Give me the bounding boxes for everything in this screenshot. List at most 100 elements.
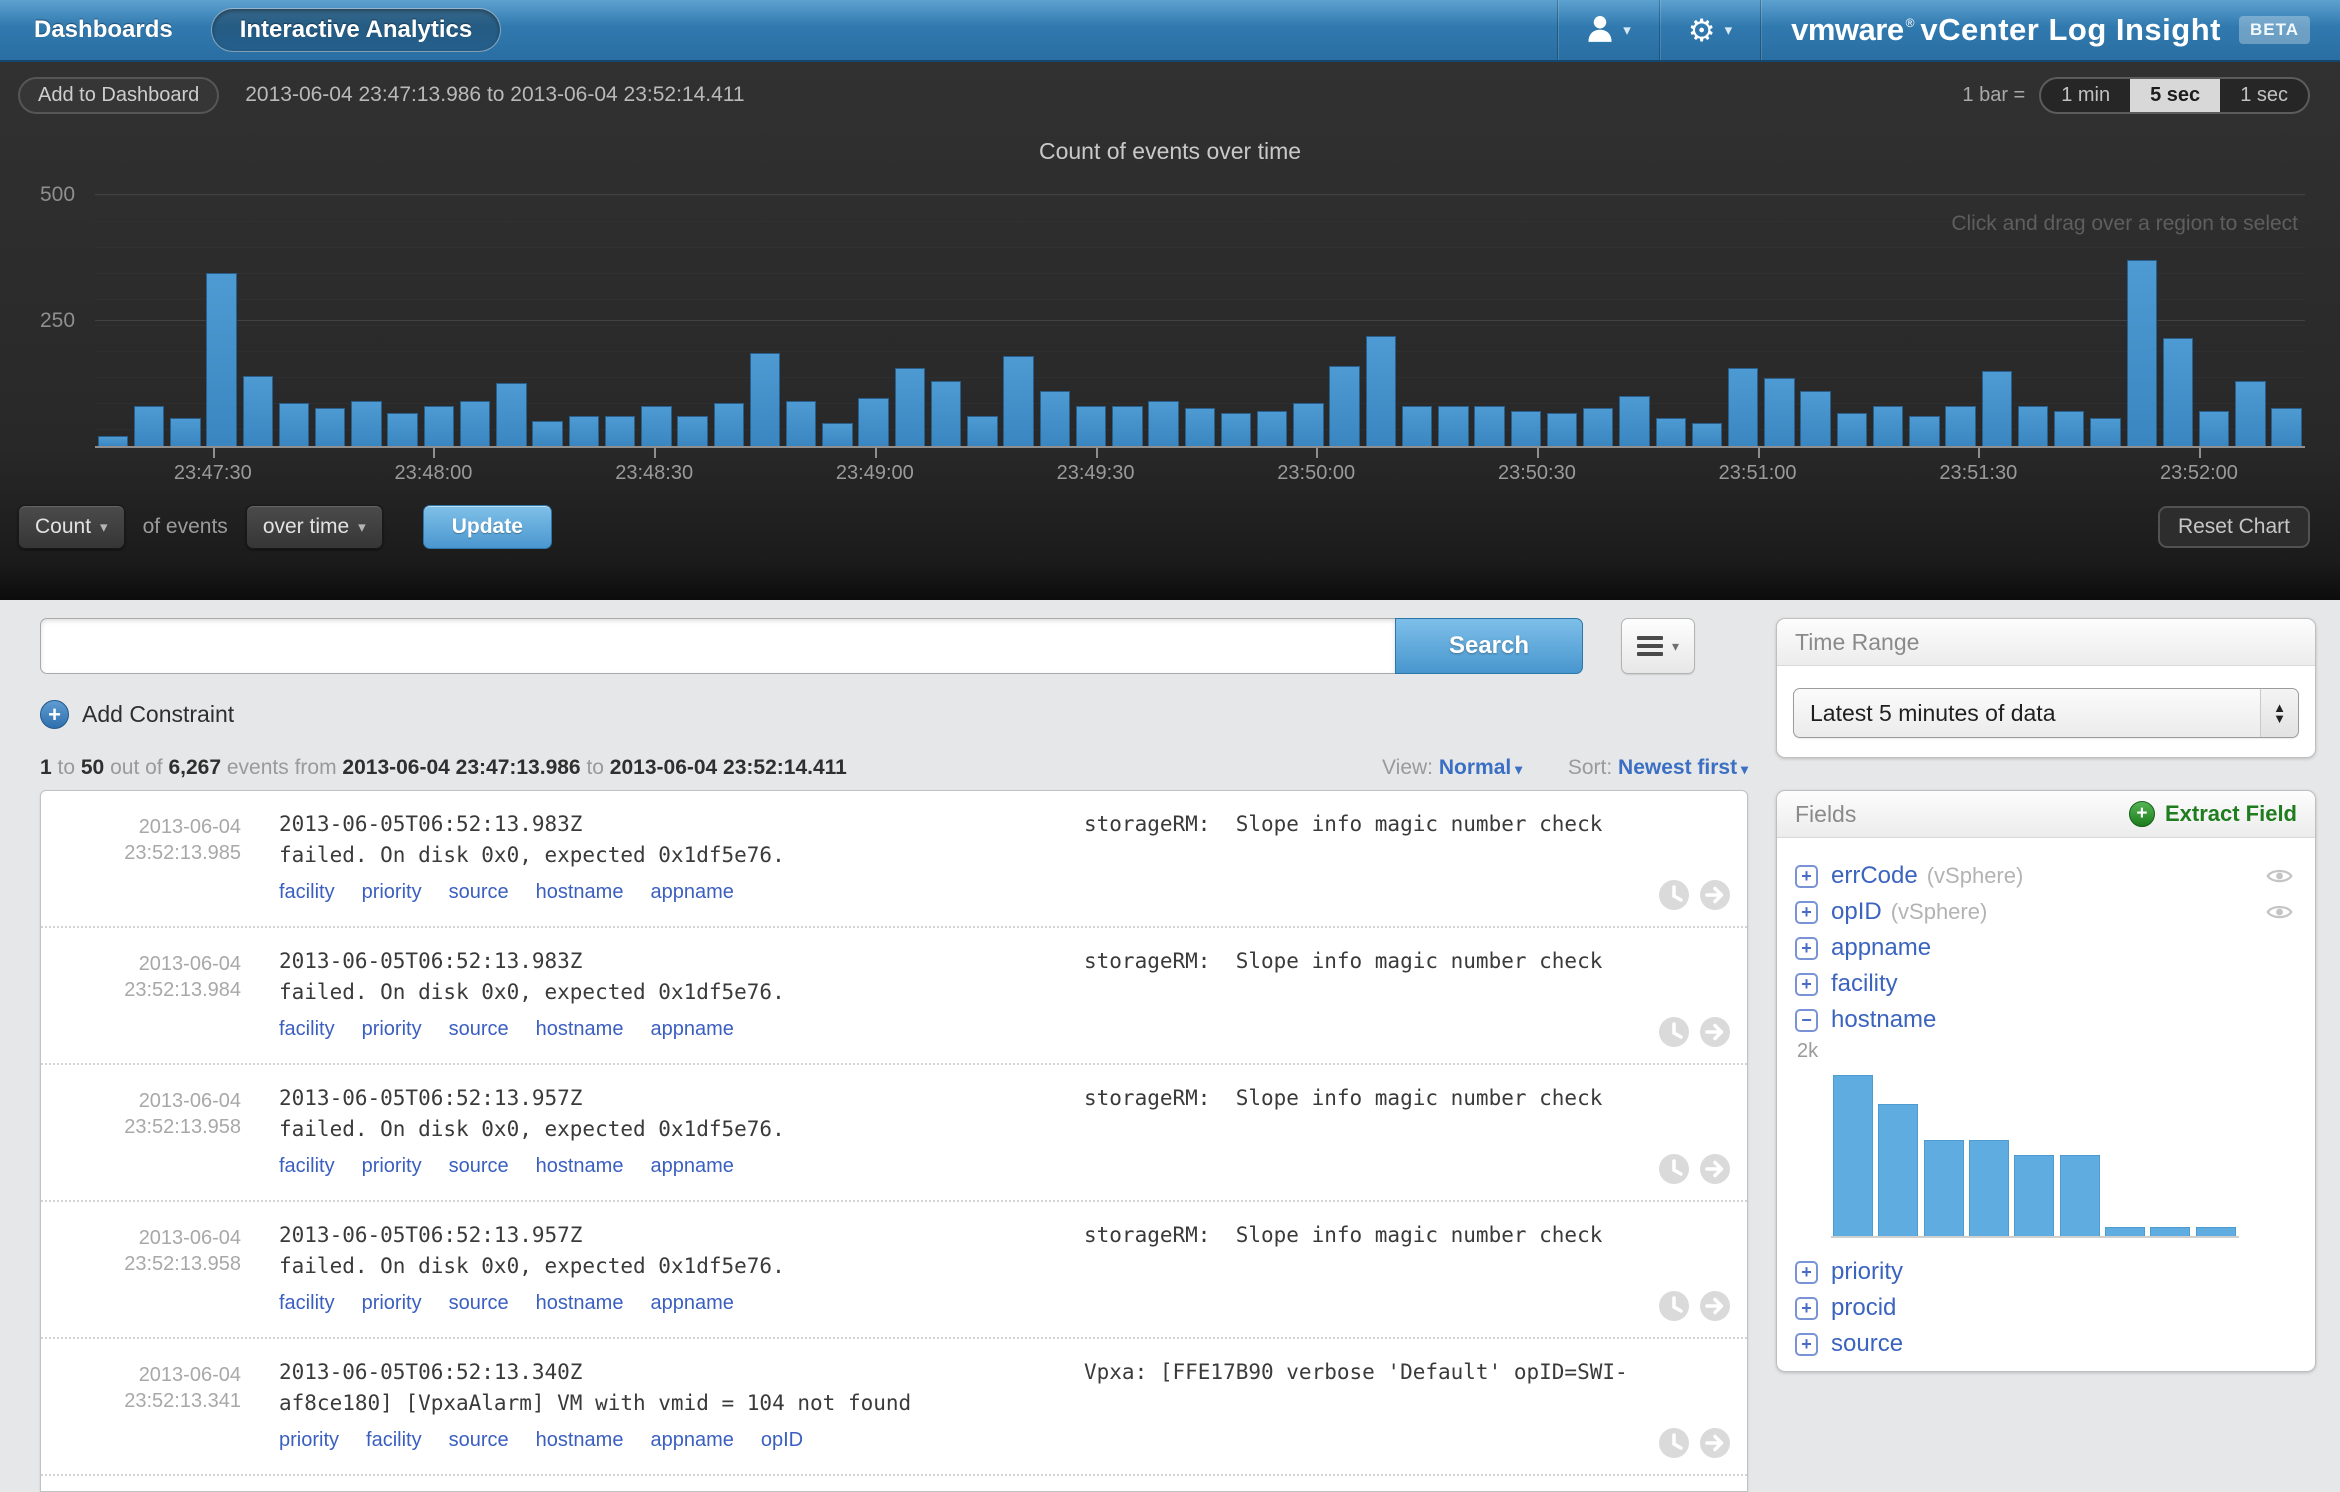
collapse-icon[interactable]: −: [1795, 1009, 1818, 1032]
event-link-priority[interactable]: priority: [279, 1429, 339, 1451]
update-button[interactable]: Update: [423, 505, 552, 549]
event-link-appname[interactable]: appname: [650, 881, 733, 903]
event-row: 2013-06-0423:52:13.9852013-06-05T06:52:1…: [41, 791, 1747, 928]
chart-bar: [895, 368, 925, 446]
bar-scale-option-1-sec[interactable]: 1 sec: [2220, 79, 2308, 112]
eye-icon[interactable]: [2266, 867, 2293, 885]
histogram-bars[interactable]: [1831, 1066, 2239, 1238]
event-link-opID[interactable]: opID: [761, 1429, 803, 1451]
y-axis-label: 500: [40, 183, 88, 207]
expand-icon[interactable]: +: [1795, 973, 1818, 996]
expand-icon[interactable]: +: [1795, 1297, 1818, 1320]
menu-icon: [1637, 632, 1663, 660]
sort-dropdown[interactable]: Newest first ▾: [1618, 756, 1748, 779]
reset-chart-button[interactable]: Reset Chart: [2158, 506, 2310, 548]
field-name-link[interactable]: errCode: [1831, 862, 1918, 890]
event-link-appname[interactable]: appname: [650, 1018, 733, 1040]
event-link-facility[interactable]: facility: [279, 1292, 335, 1314]
field-name-link[interactable]: hostname: [1831, 1006, 1936, 1034]
expand-icon[interactable]: +: [1795, 901, 1818, 924]
expand-icon[interactable]: +: [1795, 937, 1818, 960]
settings-menu-button[interactable]: ⚙ ▾: [1660, 0, 1760, 60]
x-axis-label: 23:49:00: [836, 462, 914, 485]
event-link-facility[interactable]: facility: [279, 1155, 335, 1177]
chart-area: Add to Dashboard 2013-06-04 23:47:13.986…: [0, 62, 2340, 600]
event-link-appname[interactable]: appname: [650, 1429, 733, 1451]
event-link-hostname[interactable]: hostname: [536, 1292, 624, 1314]
chart-bar: [1945, 406, 1975, 446]
add-to-dashboard-button[interactable]: Add to Dashboard: [18, 77, 219, 114]
histogram-bar: [2105, 1227, 2145, 1236]
chart-bar: [1728, 368, 1758, 446]
chevron-down-icon: ▾: [1672, 638, 1679, 655]
event-link-facility[interactable]: facility: [366, 1429, 422, 1451]
view-in-context-icon[interactable]: [1699, 879, 1731, 916]
set-time-range-icon[interactable]: [1658, 1290, 1690, 1327]
view-in-context-icon[interactable]: [1699, 1153, 1731, 1190]
field-name-link[interactable]: procid: [1831, 1294, 1896, 1322]
bar-scale-option-5-sec[interactable]: 5 sec: [2130, 79, 2220, 112]
event-link-priority[interactable]: priority: [362, 1155, 422, 1177]
chart-bar: [931, 381, 961, 446]
view-in-context-icon[interactable]: [1699, 1290, 1731, 1327]
extract-field-button[interactable]: + Extract Field: [2129, 801, 2297, 827]
view-in-context-icon[interactable]: [1699, 1016, 1731, 1053]
time-range-panel: Time Range Latest 5 minutes of data ▲▼: [1776, 618, 2316, 758]
event-link-hostname[interactable]: hostname: [536, 881, 624, 903]
event-link-facility[interactable]: facility: [279, 1018, 335, 1040]
set-time-range-icon[interactable]: [1658, 1016, 1690, 1053]
expand-icon[interactable]: +: [1795, 1333, 1818, 1356]
event-link-source[interactable]: source: [449, 1018, 509, 1040]
event-link-source[interactable]: source: [449, 1292, 509, 1314]
event-link-source[interactable]: source: [449, 1429, 509, 1451]
set-time-range-icon[interactable]: [1658, 1427, 1690, 1464]
event-link-appname[interactable]: appname: [650, 1155, 733, 1177]
event-link-hostname[interactable]: hostname: [536, 1429, 624, 1451]
time-range-select[interactable]: Latest 5 minutes of data ▲▼: [1793, 688, 2299, 738]
bar-scale-option-1-min[interactable]: 1 min: [2041, 79, 2130, 112]
event-link-priority[interactable]: priority: [362, 1018, 422, 1040]
field-name-link[interactable]: priority: [1831, 1258, 1903, 1286]
field-name-link[interactable]: opID: [1831, 898, 1882, 926]
event-link-source[interactable]: source: [449, 881, 509, 903]
event-link-appname[interactable]: appname: [650, 1292, 733, 1314]
events-over-time-chart[interactable]: [95, 170, 2305, 448]
field-name-link[interactable]: appname: [1831, 934, 1931, 962]
expand-icon[interactable]: +: [1795, 1261, 1818, 1284]
expand-icon[interactable]: +: [1795, 865, 1818, 888]
hostname-histogram: 2k: [1795, 1040, 2297, 1246]
tab-interactive-analytics[interactable]: Interactive Analytics: [211, 8, 502, 52]
select-spinner-icon[interactable]: ▲▼: [2260, 689, 2298, 737]
eye-icon[interactable]: [2266, 903, 2293, 921]
search-input[interactable]: [40, 618, 1395, 674]
search-button[interactable]: Search: [1395, 618, 1583, 674]
event-link-hostname[interactable]: hostname: [536, 1155, 624, 1177]
metric-dropdown[interactable]: Count▾: [18, 505, 125, 549]
chart-bar: [134, 406, 164, 446]
vmware-logo: vmware: [1791, 12, 1903, 48]
event-link-priority[interactable]: priority: [362, 1292, 422, 1314]
search-options-button[interactable]: ▾: [1621, 618, 1695, 674]
event-link-priority[interactable]: priority: [362, 881, 422, 903]
view-in-context-icon[interactable]: [1699, 1427, 1731, 1464]
view-label: View:: [1382, 756, 1433, 779]
x-axis-tick: [213, 448, 215, 458]
field-name-link[interactable]: source: [1831, 1330, 1903, 1358]
event-link-facility[interactable]: facility: [279, 881, 335, 903]
chart-bar: [677, 416, 707, 446]
add-constraint-button[interactable]: + Add Constraint: [40, 700, 234, 729]
event-link-hostname[interactable]: hostname: [536, 1018, 624, 1040]
event-message: 2013-06-05T06:52:13.983ZstorageRM: Slope…: [279, 809, 1667, 871]
set-time-range-icon[interactable]: [1658, 1153, 1690, 1190]
search-row: Search ▾: [40, 618, 1695, 674]
event-actions: [1658, 1427, 1731, 1464]
set-time-range-icon[interactable]: [1658, 879, 1690, 916]
event-link-source[interactable]: source: [449, 1155, 509, 1177]
dimension-dropdown[interactable]: over time▾: [246, 505, 383, 549]
tab-dashboards[interactable]: Dashboards: [34, 16, 173, 44]
chart-bar: [279, 403, 309, 446]
chart-bar: [243, 376, 273, 446]
field-name-link[interactable]: facility: [1831, 970, 1898, 998]
user-menu-button[interactable]: ▾: [1558, 0, 1659, 60]
view-dropdown[interactable]: Normal ▾: [1439, 756, 1522, 779]
